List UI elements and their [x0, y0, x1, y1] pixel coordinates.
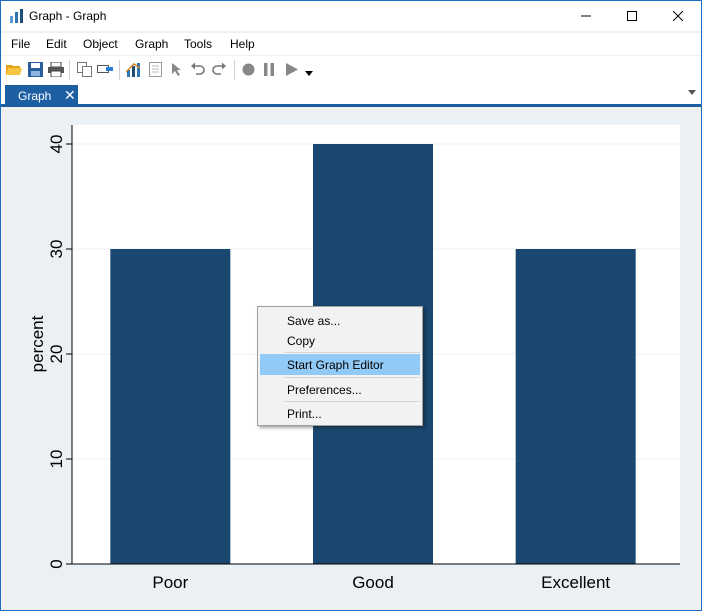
y-tick-label: 30 — [47, 240, 66, 259]
graph-editor-icon — [126, 62, 141, 77]
undo-icon — [191, 62, 205, 75]
y-tick-label: 0 — [47, 559, 66, 568]
play-button[interactable] — [282, 60, 300, 78]
app-window: Graph - Graph File Edit Object Graph Too… — [0, 0, 702, 611]
menu-tools[interactable]: Tools — [184, 37, 212, 51]
pause-icon — [264, 62, 274, 76]
menu-separator — [284, 352, 420, 353]
close-button[interactable] — [655, 1, 701, 31]
y-ticks: 0 10 20 30 40 — [47, 135, 72, 569]
x-tick-label: Poor — [152, 573, 188, 592]
menu-item-copy[interactable]: Copy — [260, 330, 420, 351]
print-icon — [48, 61, 64, 77]
minimize-button[interactable] — [563, 1, 609, 31]
close-icon[interactable]: ✕ — [64, 87, 76, 104]
data-browser-icon — [148, 61, 162, 77]
menu-item-label: Print... — [287, 407, 322, 421]
menu-edit[interactable]: Edit — [46, 37, 67, 51]
chevron-down-icon[interactable] — [687, 89, 697, 97]
menu-file[interactable]: File — [11, 37, 30, 51]
title-bar[interactable]: Graph - Graph — [1, 1, 701, 31]
x-tick-label: Excellent — [541, 573, 610, 592]
menu-graph[interactable]: Graph — [135, 37, 168, 51]
menu-item-preferences[interactable]: Preferences... — [260, 379, 420, 400]
menu-separator — [284, 377, 420, 378]
menu-item-label: Copy — [287, 334, 316, 348]
rename-icon — [97, 65, 113, 73]
menu-help[interactable]: Help — [230, 37, 255, 51]
undo-button[interactable] — [189, 60, 207, 78]
pause-button[interactable] — [260, 60, 278, 78]
play-icon — [285, 62, 298, 76]
play-dropdown-button[interactable] — [300, 60, 318, 78]
copy-button[interactable] — [75, 60, 93, 78]
toolbar-separator — [119, 60, 120, 80]
menu-separator — [284, 401, 420, 402]
tab-graph[interactable]: Graph ✕ — [5, 85, 78, 106]
bar-poor — [110, 249, 231, 564]
record-icon — [242, 63, 254, 75]
print-button[interactable] — [47, 60, 65, 78]
toolbar-separator — [69, 60, 70, 80]
dropdown-arrow-icon — [305, 70, 313, 76]
record-button[interactable] — [239, 60, 257, 78]
minimize-icon — [581, 15, 591, 17]
rename-button[interactable] — [96, 60, 114, 78]
y-tick-label: 10 — [47, 450, 66, 469]
pointer-icon — [172, 62, 181, 76]
save-button[interactable] — [26, 60, 44, 78]
redo-icon — [212, 62, 226, 75]
menu-object[interactable]: Object — [83, 37, 118, 51]
menu-item-start-graph-editor[interactable]: Start Graph Editor — [260, 354, 420, 375]
window-title: Graph - Graph — [29, 9, 107, 23]
context-menu: Save as... Copy Start Graph Editor Prefe… — [257, 306, 423, 426]
menu-item-label: Save as... — [287, 314, 341, 328]
x-tick-label: Good — [352, 573, 394, 592]
y-axis-label: percent — [28, 315, 47, 372]
open-button[interactable] — [5, 60, 23, 78]
pointer-button[interactable] — [168, 60, 186, 78]
graph-editor-button[interactable] — [125, 60, 143, 78]
bar-chart-icon — [10, 9, 23, 23]
toolbar-separator — [234, 60, 235, 80]
open-folder-icon — [6, 65, 22, 75]
redo-button[interactable] — [210, 60, 228, 78]
tab-strip: Graph ✕ — [1, 83, 701, 107]
menu-bar: File Edit Object Graph Tools Help — [1, 33, 701, 55]
y-tick-label: 40 — [47, 135, 66, 154]
data-browser-button[interactable] — [146, 60, 164, 78]
copy-icon — [76, 61, 92, 77]
maximize-icon — [627, 11, 637, 21]
maximize-button[interactable] — [609, 1, 655, 31]
menu-item-print[interactable]: Print... — [260, 403, 420, 424]
y-tick-label: 20 — [47, 345, 66, 364]
x-ticks: Poor Good Excellent — [152, 573, 610, 592]
menu-item-label: Start Graph Editor — [287, 358, 384, 372]
tab-label: Graph — [18, 89, 52, 103]
bar-excellent — [515, 249, 636, 564]
save-icon — [27, 61, 43, 77]
menu-item-save-as[interactable]: Save as... — [260, 310, 420, 331]
close-icon — [673, 11, 683, 21]
menu-item-label: Preferences... — [287, 383, 362, 397]
toolbar — [1, 56, 701, 83]
